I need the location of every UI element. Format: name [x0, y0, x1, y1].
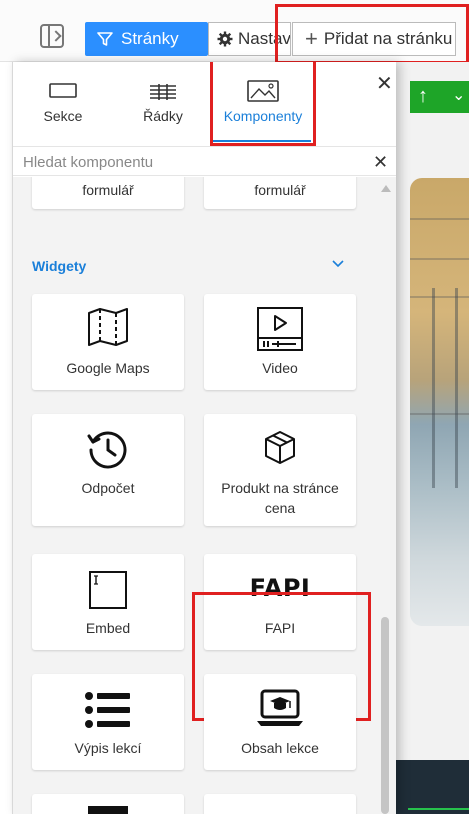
search-input[interactable] — [23, 151, 363, 173]
chevron-down-icon[interactable]: ⌄ — [452, 85, 465, 105]
green-section-bar[interactable]: ↑ ⌄ — [410, 81, 469, 113]
component-list: formulář formulář Widgety Google Maps Vi… — [13, 177, 396, 814]
video-icon — [257, 307, 303, 351]
scroll-up-arrow-icon[interactable] — [381, 185, 391, 192]
component-card-video[interactable]: Video — [204, 294, 356, 390]
rows-icon — [150, 84, 176, 100]
component-card-label: Embed — [85, 620, 131, 636]
component-search: ✕ — [13, 146, 396, 176]
component-card-label: Video — [262, 360, 298, 376]
highlight-box-components-tab — [210, 62, 316, 146]
component-card-google-maps[interactable]: Google Maps — [32, 294, 184, 390]
pages-button[interactable]: Stránky — [85, 22, 208, 56]
countdown-icon — [87, 431, 127, 469]
arrow-up-icon[interactable]: ↑ — [418, 85, 428, 108]
component-card-lesson-content[interactable]: Obsah lekce — [204, 674, 356, 770]
component-card-embed[interactable]: Embed — [32, 554, 184, 650]
product-box-icon — [265, 431, 295, 464]
highlight-box-add-button — [275, 4, 469, 64]
component-card-form-2[interactable]: formulář — [204, 177, 356, 209]
gear-icon — [217, 31, 233, 47]
section-icon — [49, 83, 77, 98]
component-card-label: Obsah lekce — [241, 740, 319, 756]
components-panel: Sekce Řádky Komponenty ✕ ✕ — [12, 62, 396, 814]
sidebar-toggle-icon[interactable] — [40, 24, 64, 48]
lesson-content-icon — [257, 689, 303, 726]
component-card-partial-2[interactable] — [204, 794, 356, 814]
map-icon — [88, 308, 128, 346]
tab-sections[interactable]: Sekce — [23, 72, 103, 132]
component-card-label: Výpis lekcí — [74, 740, 142, 756]
section-title-widgets[interactable]: Widgety — [32, 258, 86, 274]
component-card-product-price[interactable]: Produkt na stránce cena — [204, 414, 356, 526]
lesson-list-icon — [85, 692, 130, 728]
clear-search-icon[interactable]: ✕ — [373, 152, 388, 172]
scrollbar-thumb[interactable] — [381, 617, 389, 814]
component-card-label: Odpočet — [81, 480, 135, 496]
chevron-down-icon[interactable] — [331, 257, 345, 271]
tab-rows-label: Řádky — [143, 108, 183, 124]
component-card-countdown[interactable]: Odpočet — [32, 414, 184, 526]
tab-sections-label: Sekce — [43, 108, 83, 124]
component-card-label: Produkt na stránce cena — [221, 480, 339, 516]
preview-photo — [410, 178, 469, 626]
component-card-label: formulář — [82, 182, 134, 198]
component-card-label: formulář — [254, 182, 306, 198]
component-card-label: Google Maps — [66, 360, 150, 376]
component-card-lesson-list[interactable]: Výpis lekcí — [32, 674, 184, 770]
component-card-partial-1[interactable] — [32, 794, 184, 814]
component-card-form-1[interactable]: formulář — [32, 177, 184, 209]
preview-footer-strip — [394, 760, 469, 814]
embed-icon — [89, 571, 127, 609]
close-panel-icon[interactable]: ✕ — [376, 74, 393, 94]
tab-rows[interactable]: Řádky — [123, 72, 203, 132]
pages-button-label: Stránky — [121, 29, 179, 48]
filter-icon — [97, 32, 113, 46]
